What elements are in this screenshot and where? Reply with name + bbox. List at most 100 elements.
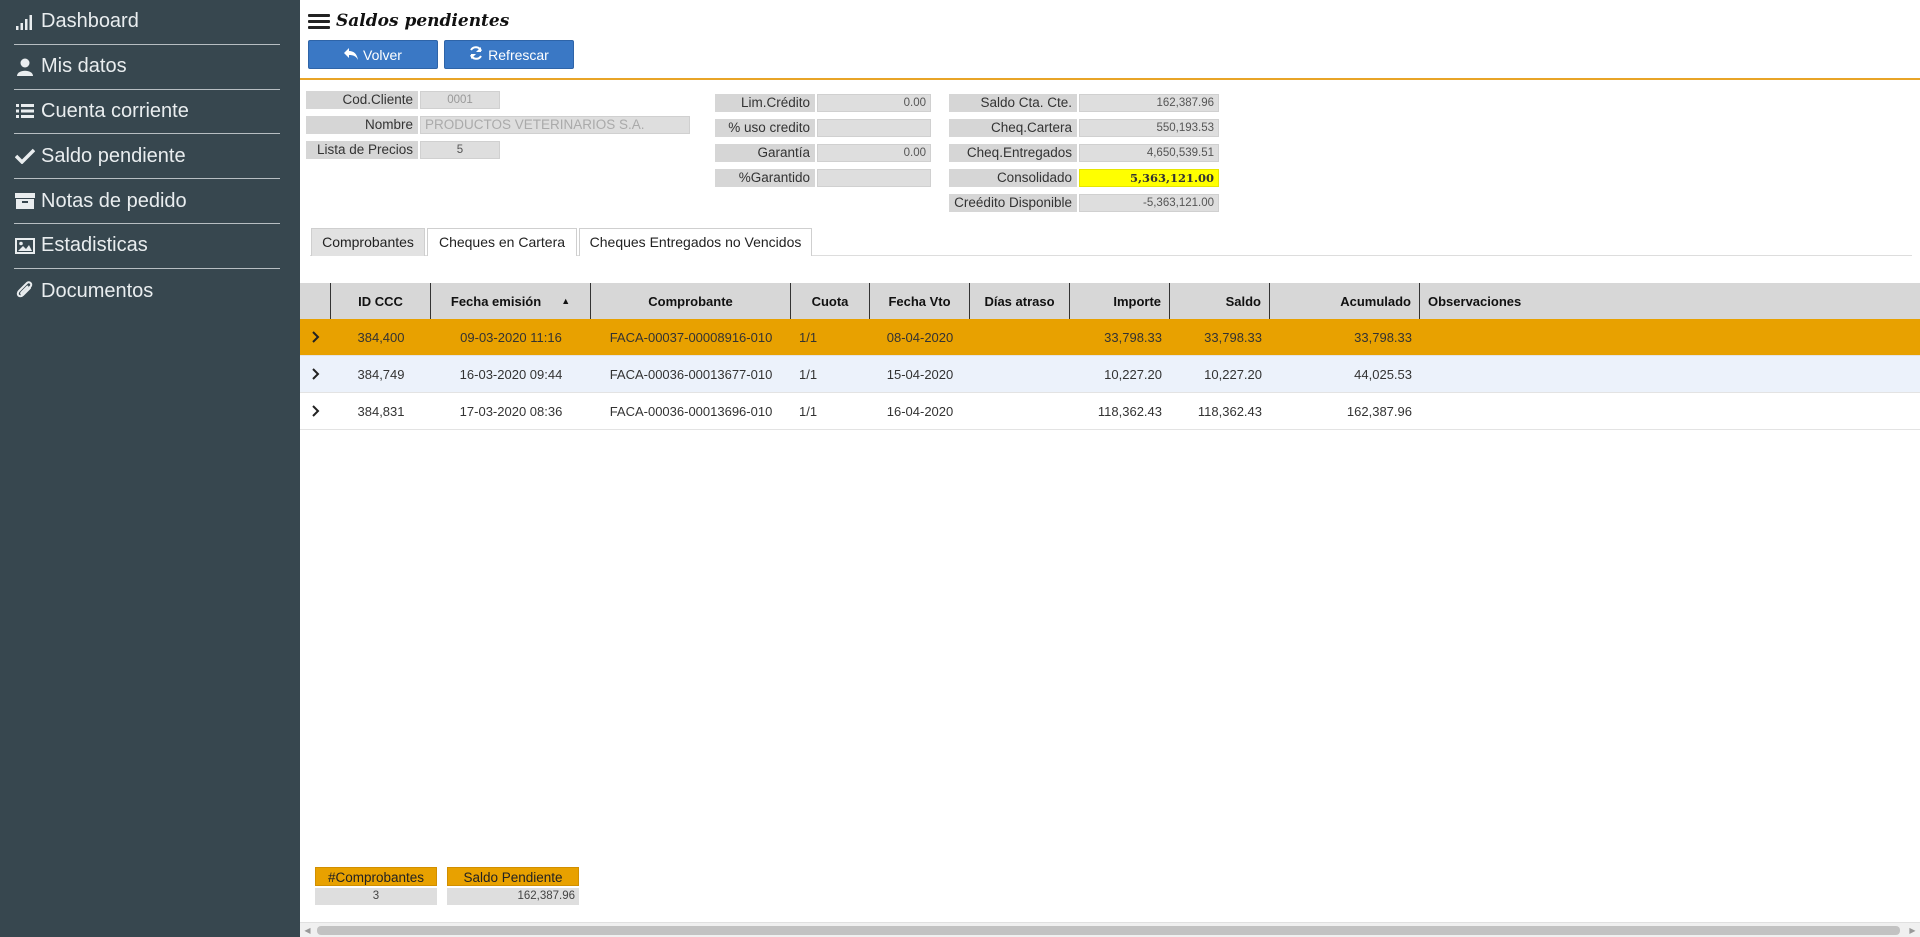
sort-ascending-icon: ▲ (561, 296, 571, 306)
consolidado-field: Consolidado 5,363,121.00 (949, 169, 1219, 187)
column-header-cuota[interactable]: Cuota (791, 283, 870, 319)
column-header-observaciones[interactable]: Observaciones (1420, 283, 1920, 319)
refresh-icon (469, 46, 483, 63)
cell-fecha-vto: 15-04-2020 (886, 366, 954, 382)
chevron-right-icon[interactable] (300, 319, 331, 355)
cell-comprobante: FACA-00036-00013696-010 (609, 403, 773, 419)
saldo-cta-cte-label: Saldo Cta. Cte. (949, 94, 1077, 112)
back-button[interactable]: Volver (308, 40, 438, 69)
garantido-value (817, 169, 931, 187)
column-header-fecha-vto[interactable]: Fecha Vto (870, 283, 970, 319)
sidebar-item-cuenta-corriente[interactable]: Cuenta corriente (14, 90, 280, 135)
cheq-entregados-field: Cheq.Entregados 4,650,539.51 (949, 144, 1219, 162)
cell-id-ccc: 384,831 (357, 403, 405, 419)
comprobantes-table: ID CCC Fecha emisión ▲ Comprobante Cuota… (300, 283, 1920, 430)
comprobantes-count-label: #Comprobantes (315, 867, 437, 886)
uso-credito-field: % uso credito (715, 119, 931, 137)
refresh-button-label: Refrescar (488, 46, 549, 63)
user-icon (14, 57, 36, 77)
cell-comprobante: FACA-00036-00013677-010 (609, 366, 773, 382)
cheq-cartera-value: 550,193.53 (1079, 119, 1219, 137)
scroll-left-icon[interactable]: ◀ (300, 923, 315, 937)
expand-column-header (300, 283, 331, 319)
tab-comprobantes[interactable]: Comprobantes (311, 228, 425, 256)
cell-importe: 33,798.33 (1104, 329, 1162, 345)
sidebar-item-estadisticas[interactable]: Estadisticas (14, 224, 280, 269)
chevron-right-icon[interactable] (300, 393, 331, 429)
sidebar-item-documentos[interactable]: Documentos (14, 269, 280, 314)
tab-cheques-entregados[interactable]: Cheques Entregados no Vencidos (579, 228, 812, 256)
cell-cuota: 1/1 (799, 403, 818, 419)
sidebar-item-mis-datos[interactable]: Mis datos (14, 45, 280, 90)
scrollbar-thumb[interactable] (317, 926, 1900, 935)
cell-observaciones (1420, 356, 1920, 392)
lista-precios-value: 5 (420, 141, 500, 159)
cheq-entregados-label: Cheq.Entregados (949, 144, 1077, 162)
table-header: ID CCC Fecha emisión ▲ Comprobante Cuota… (300, 283, 1920, 319)
garantido-field: %Garantido (715, 169, 931, 187)
cell-saldo: 10,227.20 (1204, 366, 1262, 382)
uso-credito-label: % uso credito (715, 119, 815, 137)
consolidado-value: 5,363,121.00 (1079, 169, 1219, 187)
lista-precios-field: Lista de Precios 5 (306, 141, 500, 159)
image-icon (14, 236, 36, 256)
saldo-pendiente-value: 162,387.96 (447, 888, 579, 905)
uso-credito-value (817, 119, 931, 137)
cod-cliente-value: 0001 (420, 91, 500, 109)
cell-saldo: 33,798.33 (1204, 329, 1262, 345)
cell-cuota: 1/1 (799, 329, 818, 345)
comprobantes-count-summary: #Comprobantes 3 (315, 867, 437, 905)
accent-divider (300, 78, 1920, 80)
back-button-label: Volver (363, 46, 402, 63)
cell-observaciones (1420, 393, 1920, 429)
chevron-right-icon[interactable] (300, 356, 331, 392)
cell-comprobante: FACA-00037-00008916-010 (609, 329, 773, 345)
cheq-cartera-label: Cheq.Cartera (949, 119, 1077, 137)
tab-cheques-en-cartera[interactable]: Cheques en Cartera (427, 228, 577, 256)
column-header-id-ccc[interactable]: ID CCC (331, 283, 431, 319)
nombre-label: Nombre (306, 116, 418, 134)
cell-acumulado: 162,387.96 (1346, 403, 1412, 419)
cell-cuota: 1/1 (799, 366, 818, 382)
scroll-right-icon[interactable]: ▶ (1905, 923, 1920, 937)
page-title: Saldos pendientes (336, 11, 510, 31)
column-header-acumulado[interactable]: Acumulado (1270, 283, 1420, 319)
cod-cliente-label: Cod.Cliente (306, 91, 418, 109)
table-row[interactable]: 384,749 16-03-2020 09:44 FACA-00036-0001… (300, 356, 1920, 393)
signal-bars-icon (14, 12, 36, 32)
column-header-fecha-emision[interactable]: Fecha emisión ▲ (431, 283, 591, 319)
title-bar: Saldos pendientes (308, 8, 509, 34)
nombre-value: PRODUCTOS VETERINARIOS S.A. (420, 116, 690, 134)
archive-icon (14, 191, 36, 211)
column-header-dias-atraso[interactable]: Días atraso (970, 283, 1070, 319)
nombre-field: Nombre PRODUCTOS VETERINARIOS S.A. (306, 116, 690, 134)
column-header-saldo[interactable]: Saldo (1170, 283, 1270, 319)
sidebar-item-notas-de-pedido[interactable]: Notas de pedido (14, 179, 280, 224)
paperclip-icon (14, 281, 36, 301)
table-row[interactable]: 384,400 09-03-2020 11:16 FACA-00037-0000… (300, 319, 1920, 356)
sidebar-item-dashboard[interactable]: Dashboard (14, 0, 280, 45)
column-header-comprobante[interactable]: Comprobante (591, 283, 791, 319)
sidebar-item-label: Cuenta corriente (41, 99, 189, 122)
sidebar-item-label: Saldo pendiente (41, 144, 186, 167)
refresh-button[interactable]: Refrescar (444, 40, 574, 69)
consolidado-label: Consolidado (949, 169, 1077, 187)
column-header-importe[interactable]: Importe (1070, 283, 1170, 319)
sidebar-item-label: Estadisticas (41, 234, 148, 257)
saldo-cta-cte-field: Saldo Cta. Cte. 162,387.96 (949, 94, 1219, 112)
lim-credito-field: Lim.Crédito 0.00 (715, 94, 931, 112)
sidebar-item-label: Mis datos (41, 55, 127, 78)
comprobantes-count-value: 3 (315, 888, 437, 905)
table-row[interactable]: 384,831 17-03-2020 08:36 FACA-00036-0001… (300, 393, 1920, 430)
cell-fecha-vto: 16-04-2020 (886, 403, 954, 419)
hamburger-menu-icon[interactable] (308, 10, 330, 32)
lim-credito-label: Lim.Crédito (715, 94, 815, 112)
sidebar-item-label: Dashboard (41, 10, 139, 33)
cell-fecha-vto: 08-04-2020 (886, 329, 954, 345)
sidebar-item-saldo-pendiente[interactable]: Saldo pendiente (14, 134, 280, 180)
lista-precios-label: Lista de Precios (306, 141, 418, 159)
horizontal-scrollbar[interactable]: ◀ ▶ (300, 922, 1920, 937)
garantia-label: Garantía (715, 144, 815, 162)
cell-fecha-emision: 17-03-2020 08:36 (459, 403, 563, 419)
sidebar-item-label: Notas de pedido (41, 189, 187, 212)
